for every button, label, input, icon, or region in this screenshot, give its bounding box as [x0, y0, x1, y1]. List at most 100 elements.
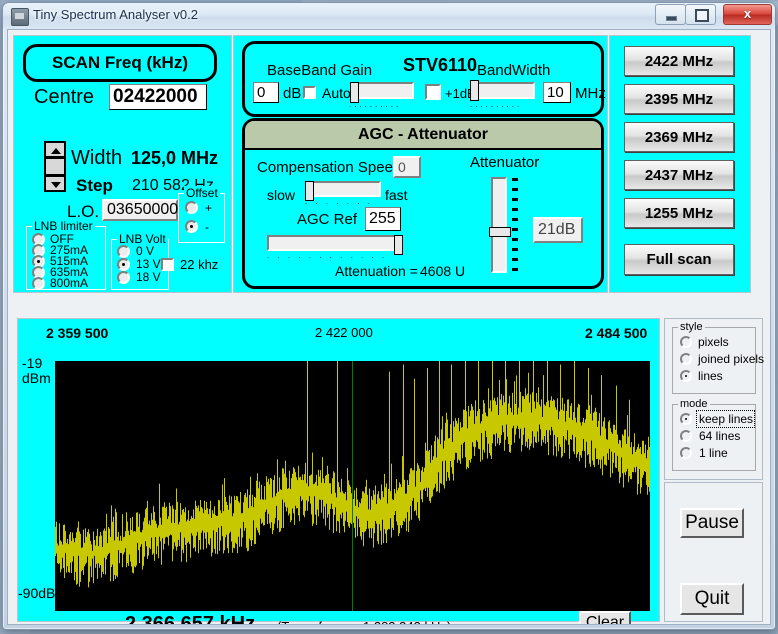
lnb-volt-radio-13v[interactable]: [117, 258, 130, 271]
mode-group-caption: mode: [678, 398, 710, 410]
mode-label-64-lines: 64 lines: [699, 429, 741, 443]
lo-input[interactable]: 03650000: [102, 199, 178, 221]
offset-radio-minus-label: -: [205, 220, 209, 234]
lnb-limiter-label-800ma: 800mA: [50, 276, 89, 290]
maximize-button[interactable]: [685, 4, 716, 25]
quit-button-label: Quit: [694, 588, 730, 609]
lnb-volt-radio-0v[interactable]: [117, 245, 130, 258]
offset-radio-minus[interactable]: [185, 220, 198, 233]
close-icon: x: [743, 6, 752, 21]
pause-button[interactable]: Pause: [680, 508, 744, 538]
full-scan-button[interactable]: Full scan: [624, 244, 734, 275]
minimize-button[interactable]: [655, 4, 686, 25]
lnb-limiter-caption: LNB limiter: [32, 219, 95, 233]
full-scan-button-label: Full scan: [646, 251, 712, 268]
offset-radio-plus-label: +: [205, 201, 213, 215]
attenuator-slider[interactable]: [489, 177, 511, 273]
bandwidth-slider[interactable]: [470, 80, 535, 101]
agc-panel: AGC - Attenuator Compensation Speed 0 sl…: [242, 118, 604, 289]
22khz-checkbox[interactable]: [161, 258, 174, 271]
preset-buttons-panel: 2422 MHz 2395 MHz 2369 MHz 2437 MHz 1255…: [609, 35, 751, 293]
baseband-gain-slider[interactable]: [350, 82, 414, 103]
attenuator-value: 21dB: [538, 221, 576, 238]
bandwidth-value: 10: [547, 84, 564, 101]
bandwidth-input[interactable]: 10: [543, 82, 571, 103]
agc-ref-slider-thumb[interactable]: [394, 235, 403, 255]
spectrum-canvas[interactable]: [55, 361, 650, 611]
stv6110-title: STV6110: [403, 55, 478, 75]
window-title: Tiny Spectrum Analyser v0.2: [33, 7, 198, 22]
style-radio-pixels[interactable]: [680, 336, 692, 348]
tuner-agc-panel: BaseBand Gain STV6110 BandWidth 0 dB Aut…: [233, 35, 608, 293]
scan-freq-header[interactable]: SCAN Freq (kHz): [23, 44, 217, 82]
preset-button-2437-label: 2437 MHz: [644, 166, 714, 184]
22khz-label: 22 khz: [180, 257, 219, 272]
bandwidth-slider-thumb[interactable]: [470, 80, 479, 101]
offset-radio-plus[interactable]: [185, 201, 198, 214]
style-radio-lines[interactable]: [680, 370, 692, 382]
clear-button[interactable]: Clear: [579, 611, 631, 624]
pause-button-label: Pause: [685, 512, 739, 533]
baseband-gain-value: 0: [257, 84, 266, 101]
baseband-gain-label: BaseBand Gain: [267, 62, 373, 79]
display-options-panel: style pixels joined pixels lines mode ke…: [664, 318, 765, 480]
scan-freq-panel: SCAN Freq (kHz) Centre 02422000 Width 12…: [13, 35, 232, 293]
preset-button-2437[interactable]: 2437 MHz: [624, 160, 734, 190]
baseband-gain-unit: dB: [283, 85, 302, 102]
preset-button-2369[interactable]: 2369 MHz: [624, 122, 734, 152]
top-level-label-line2: dBm: [22, 370, 51, 386]
lnb-limiter-radio-800ma[interactable]: [32, 277, 45, 290]
agc-ref-slider[interactable]: [267, 235, 403, 255]
agc-ref-label: AGC Ref: [297, 211, 358, 228]
preset-button-2395[interactable]: 2395 MHz: [624, 84, 734, 114]
mode-radio-64-lines[interactable]: [680, 430, 692, 442]
centre-label: Centre: [34, 86, 95, 108]
agc-ref-value: 255: [369, 210, 396, 227]
plus1db-checkbox[interactable]: [425, 84, 441, 100]
preset-button-1255-label: 1255 MHz: [644, 204, 714, 222]
preset-button-1255[interactable]: 1255 MHz: [624, 198, 734, 228]
centre-input[interactable]: 02422000: [109, 84, 207, 110]
lnb-limiter-group: LNB limiter OFF 275mA 515mA 635mA 800mA: [26, 219, 106, 290]
mode-radio-keep-lines[interactable]: [680, 413, 692, 425]
style-group-caption: style: [678, 321, 705, 333]
style-label-joined-pixels: joined pixels: [698, 352, 765, 366]
lnb-volt-radio-18v[interactable]: [117, 271, 130, 284]
baseband-gain-input[interactable]: 0: [253, 82, 279, 103]
width-spinner-up[interactable]: [44, 141, 66, 158]
run-controls-panel: Pause Quit: [664, 482, 763, 622]
compensation-speed-label: Compensation Speed: [257, 159, 402, 176]
width-spinner[interactable]: [44, 141, 66, 192]
fast-label: fast: [385, 187, 408, 203]
client-area: SCAN Freq (kHz) Centre 02422000 Width 12…: [7, 29, 771, 625]
title-bar[interactable]: Tiny Spectrum Analyser v0.2 x: [3, 3, 775, 29]
compensation-speed-slider[interactable]: [305, 181, 381, 201]
agc-ref-slider-ticks: . . . . . . . . . . . .: [267, 251, 388, 260]
width-spinner-middle[interactable]: [44, 157, 66, 176]
compensation-speed-input[interactable]: 0: [393, 156, 421, 178]
agc-ref-input[interactable]: 255: [365, 207, 401, 231]
bandwidth-label: BandWidth: [477, 62, 551, 79]
offset-group: Offset + -: [178, 186, 225, 243]
preset-button-2369-label: 2369 MHz: [644, 128, 714, 146]
offset-group-caption: Offset: [184, 186, 220, 200]
spectrum-trace: [55, 361, 650, 611]
close-button[interactable]: x: [723, 4, 772, 25]
auto-gain-checkbox[interactable]: [303, 86, 316, 99]
width-label: Width: [71, 147, 123, 169]
style-label-lines: lines: [698, 369, 723, 383]
triangle-up-icon: [51, 148, 61, 154]
bandwidth-slider-ticks: ..........: [470, 100, 523, 109]
attenuation-label: Attenuation =: [335, 263, 418, 279]
mode-label-keep-lines: keep lines: [699, 412, 754, 426]
spectrum-panel: 2 359 500 2 422 000 2 484 500 -19 dBm -9…: [17, 318, 660, 624]
mode-radio-1-line[interactable]: [680, 447, 692, 459]
attenuator-label: Attenuator: [470, 154, 540, 171]
app-icon: [11, 8, 29, 26]
quit-button[interactable]: Quit: [680, 583, 744, 615]
agc-panel-title-bar: AGC - Attenuator: [245, 121, 601, 150]
attenuator-slider-thumb[interactable]: [489, 227, 511, 237]
style-radio-joined-pixels[interactable]: [680, 353, 692, 365]
width-spinner-down[interactable]: [44, 175, 66, 192]
preset-button-2422[interactable]: 2422 MHz: [624, 46, 734, 76]
